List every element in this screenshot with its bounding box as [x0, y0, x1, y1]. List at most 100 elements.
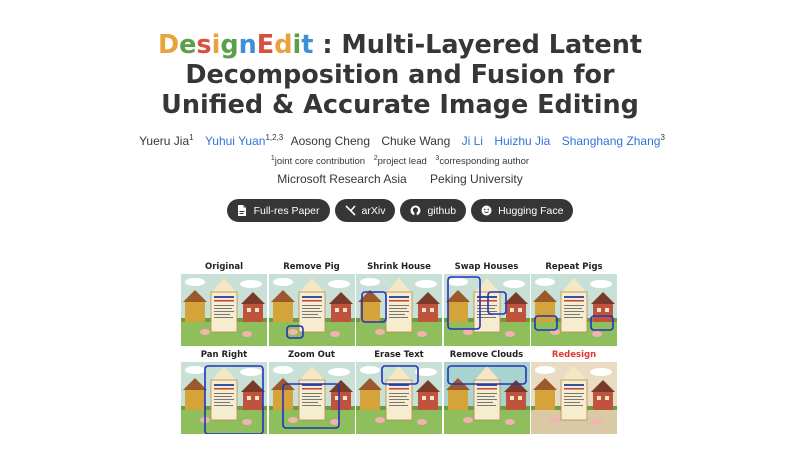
author-name[interactable]: Ji Li — [462, 134, 483, 148]
figure-panel: Original — [181, 262, 267, 346]
figure-panel-image — [356, 274, 442, 346]
panel-shape — [389, 314, 405, 315]
panel-shape — [242, 331, 252, 337]
panel-shape — [287, 329, 298, 335]
author-4[interactable]: Ji Li — [462, 134, 483, 148]
panel-shape — [389, 396, 407, 397]
panel-shape — [502, 280, 525, 288]
figure-panel-label: Remove Pig — [283, 262, 340, 272]
figure-panel-label: Erase Text — [374, 350, 424, 360]
brand-letter: s — [196, 30, 212, 60]
panel-shape — [214, 399, 234, 400]
arxiv-icon — [344, 205, 356, 216]
author-5[interactable]: Huizhu Jia — [494, 134, 550, 148]
full-res-paper-button[interactable]: Full-res Paper — [226, 199, 330, 222]
github-button[interactable]: github — [400, 199, 467, 222]
panel-shape — [301, 296, 322, 298]
author-name[interactable]: Yuhui Yuan — [205, 134, 266, 148]
figure-panel-label: Original — [204, 262, 244, 272]
panel-shape — [592, 419, 602, 425]
panel-shape — [389, 308, 407, 309]
panel-shape — [243, 392, 263, 410]
panel-shape — [360, 366, 380, 374]
panel-shape — [504, 419, 515, 425]
figure-panel-label: Repeat Pigs — [545, 262, 603, 272]
panel-shape — [342, 396, 347, 400]
panel-shape — [342, 308, 347, 312]
figure-panel-image — [268, 274, 355, 346]
arxiv-button[interactable]: arXiv — [334, 199, 396, 222]
panel-shape — [447, 366, 468, 374]
affiliation-0: Microsoft Research Asia — [277, 172, 407, 186]
panel-shape — [200, 329, 210, 335]
figure-panel-label: Redesign — [551, 350, 597, 360]
panel-shape — [214, 314, 230, 315]
panel-shape — [185, 390, 205, 410]
author-name[interactable]: Huizhu Jia — [494, 134, 550, 148]
note-2: 3corresponding author — [435, 155, 529, 167]
panel-shape — [462, 329, 473, 335]
figure-panel-image — [181, 362, 267, 434]
panel-shape — [504, 331, 515, 337]
panel-shape — [272, 278, 293, 286]
figure-panel: Redesign — [531, 350, 617, 434]
panel-shape — [476, 388, 497, 390]
author-affiliation-mark: 1 — [189, 133, 194, 142]
panel-shape — [301, 300, 322, 302]
panel-shape — [564, 396, 582, 397]
panel-shape — [550, 417, 560, 423]
button-label: Full-res Paper — [253, 204, 320, 217]
figure-panel: Remove Clouds — [443, 350, 530, 434]
panel-shape — [597, 396, 601, 400]
hugging-face-icon — [481, 205, 492, 216]
panel-shape — [476, 402, 493, 403]
author-3: Chuke Wang — [381, 134, 450, 148]
panel-shape — [447, 390, 468, 410]
panel-shape — [517, 308, 522, 312]
panel-shape — [447, 278, 468, 286]
panel-shape — [240, 368, 262, 376]
panel-shape — [272, 366, 293, 374]
panel-shape — [564, 393, 584, 394]
panel-shape — [214, 308, 232, 309]
panel-shape — [417, 331, 427, 337]
panel-shape — [214, 393, 234, 394]
author-affiliation-mark: 3 — [660, 133, 665, 142]
note-1: 2project lead — [374, 155, 427, 167]
author-name[interactable]: Shanghang Zhang — [562, 134, 661, 148]
panel-shape — [389, 305, 409, 306]
author-name: Aosong Cheng — [290, 134, 370, 148]
panel-shape — [214, 384, 234, 386]
panel-shape — [415, 280, 437, 288]
figure-panel: Shrink House — [356, 262, 442, 346]
hugging-face-button[interactable]: Hugging Face — [471, 199, 574, 222]
panel-shape — [418, 304, 438, 322]
figure-panel-image — [531, 274, 617, 346]
figure-panel: Remove Pig — [268, 262, 355, 346]
panel-shape — [590, 280, 612, 288]
author-6[interactable]: Shanghang Zhang — [562, 134, 661, 148]
panel-shape — [593, 304, 613, 322]
author-1[interactable]: Yuhui Yuan — [205, 134, 266, 148]
panel-shape — [597, 308, 601, 312]
teaser-figure: Original Remove Pig Shrink House Swap House… — [181, 262, 618, 434]
panel-shape — [476, 399, 497, 400]
panel-shape — [564, 314, 580, 315]
panel-shape — [185, 366, 205, 374]
author-2: Aosong Cheng — [291, 134, 370, 148]
figure-panel: Swap Houses — [443, 262, 530, 346]
panel-shape — [564, 300, 584, 302]
panel-shape — [360, 278, 380, 286]
title-line-3: Unified & Accurate Image Editing — [161, 90, 639, 120]
note-0: 1joint core contribution — [271, 155, 365, 167]
contribution-notes: 1joint core contribution 2project lead 3… — [0, 155, 800, 167]
panel-shape — [389, 405, 408, 406]
panel-shape — [564, 399, 584, 400]
panel-shape — [214, 388, 234, 390]
panel-shape — [242, 419, 252, 425]
figure-panel-image — [531, 362, 617, 434]
panel-shape — [389, 402, 405, 403]
panel-shape — [505, 304, 526, 322]
affiliation-1: Peking University — [430, 172, 523, 186]
panel-shape — [564, 305, 584, 306]
